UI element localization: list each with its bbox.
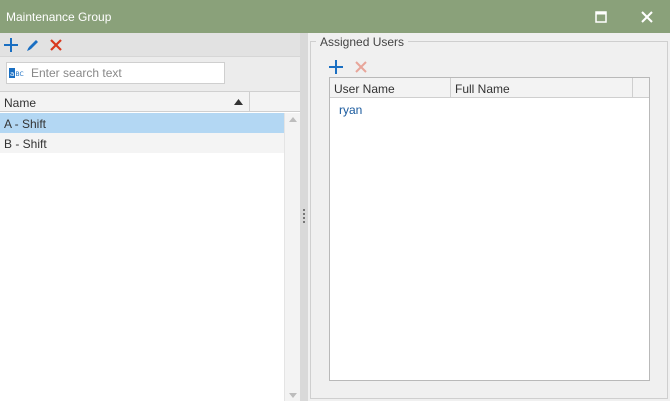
- scroll-down-icon[interactable]: [289, 393, 297, 398]
- table-row[interactable]: B - Shift: [0, 133, 284, 153]
- splitter-grip: [303, 209, 305, 223]
- scroll-up-icon[interactable]: [289, 117, 297, 122]
- user-name-column-header[interactable]: User Name: [330, 78, 451, 98]
- add-icon[interactable]: [3, 37, 19, 53]
- grid-header: Name: [0, 92, 300, 112]
- search-input[interactable]: [31, 65, 221, 81]
- maximize-icon[interactable]: [593, 9, 609, 25]
- title-bar: Maintenance Group: [0, 0, 670, 33]
- abc-search-icon: a BC: [9, 68, 24, 78]
- groups-grid: Name A - Shift B - Shift: [0, 91, 300, 401]
- table-row[interactable]: A - Shift: [0, 113, 284, 133]
- full-name-column-label: Full Name: [455, 82, 510, 96]
- assigned-users-label: Assigned Users: [316, 35, 409, 49]
- search-box[interactable]: a BC: [6, 62, 225, 84]
- group-name-cell: B - Shift: [4, 137, 47, 151]
- vertical-scrollbar[interactable]: [284, 113, 300, 401]
- group-name-cell: A - Shift: [4, 117, 47, 131]
- user-name-cell: ryan: [339, 103, 363, 117]
- assigned-users-panel: Assigned Users User Name Full Name ryan: [308, 33, 670, 401]
- group-toolbar: [0, 33, 300, 57]
- assigned-users-grid: User Name Full Name ryan: [329, 77, 650, 381]
- name-column-label: Name: [4, 96, 37, 110]
- group-list-panel: a BC Name A - Shift B - Shift: [0, 33, 300, 401]
- panel-splitter[interactable]: [300, 33, 308, 401]
- svg-text:a: a: [10, 70, 14, 78]
- delete-icon[interactable]: [48, 37, 64, 53]
- table-row[interactable]: ryan: [330, 98, 649, 120]
- full-name-column-header[interactable]: Full Name: [451, 78, 633, 98]
- sort-ascending-icon: [234, 99, 243, 105]
- add-user-icon[interactable]: [328, 59, 344, 75]
- users-grid-header: User Name Full Name: [330, 78, 649, 98]
- edit-icon[interactable]: [25, 37, 41, 53]
- name-column-header[interactable]: Name: [0, 92, 250, 112]
- svg-text:BC: BC: [16, 71, 24, 78]
- close-icon[interactable]: [638, 8, 656, 26]
- user-name-column-label: User Name: [334, 82, 395, 96]
- remove-user-icon: [355, 61, 367, 73]
- window-title: Maintenance Group: [6, 10, 112, 24]
